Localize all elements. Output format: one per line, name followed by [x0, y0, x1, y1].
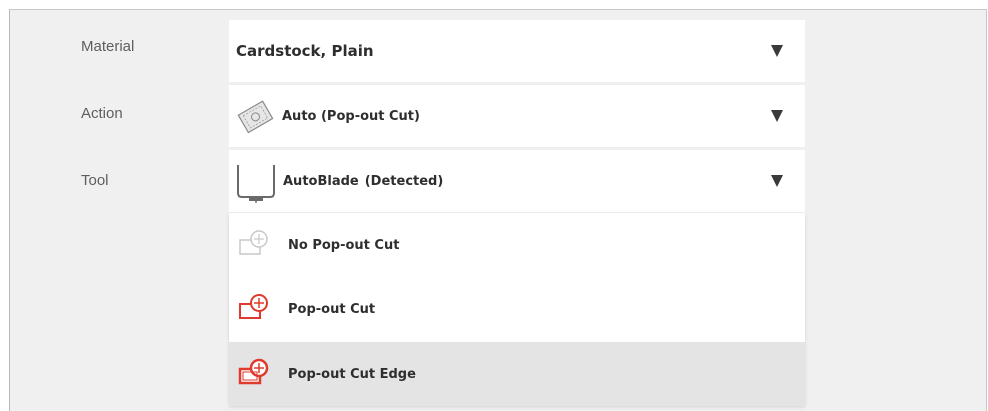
action-value: Auto (Pop-out Cut)	[282, 108, 420, 124]
material-dropdown-arrow-icon[interactable]	[771, 45, 783, 57]
pop-out-cut-icon	[237, 292, 273, 326]
material-label: Material	[81, 38, 135, 55]
cut-settings-panel: Material Cardstock, Plain Action Auto (P…	[9, 9, 987, 411]
tool-dropdown-arrow-icon[interactable]	[771, 175, 783, 187]
tool-value: AutoBlade	[283, 173, 359, 189]
material-select[interactable]: Cardstock, Plain	[229, 20, 805, 82]
action-select[interactable]: Auto (Pop-out Cut)	[229, 85, 805, 147]
tool-detected-status: (Detected)	[364, 173, 444, 189]
action-dropdown-arrow-icon[interactable]	[771, 110, 783, 122]
option-pop-out-cut-edge[interactable]: Pop-out Cut Edge	[229, 342, 805, 406]
option-pop-out-cut[interactable]: Pop-out Cut	[229, 277, 805, 341]
pop-out-cut-edge-icon	[237, 357, 273, 391]
option-label: Pop-out Cut	[288, 301, 376, 317]
no-pop-out-cut-icon	[237, 228, 273, 262]
option-no-pop-out-cut[interactable]: No Pop-out Cut	[229, 213, 805, 277]
option-label: No Pop-out Cut	[288, 237, 400, 253]
autoblade-tool-icon	[234, 159, 278, 203]
action-dropdown-menu: No Pop-out Cut Pop-out Cut Pop-out Cut E…	[229, 213, 805, 406]
tool-label: Tool	[81, 172, 109, 189]
action-label: Action	[81, 105, 123, 122]
option-label: Pop-out Cut Edge	[288, 366, 416, 382]
material-value: Cardstock, Plain	[236, 42, 374, 60]
tool-select[interactable]: AutoBlade (Detected)	[229, 150, 805, 212]
auto-pop-out-cut-icon	[234, 95, 276, 137]
